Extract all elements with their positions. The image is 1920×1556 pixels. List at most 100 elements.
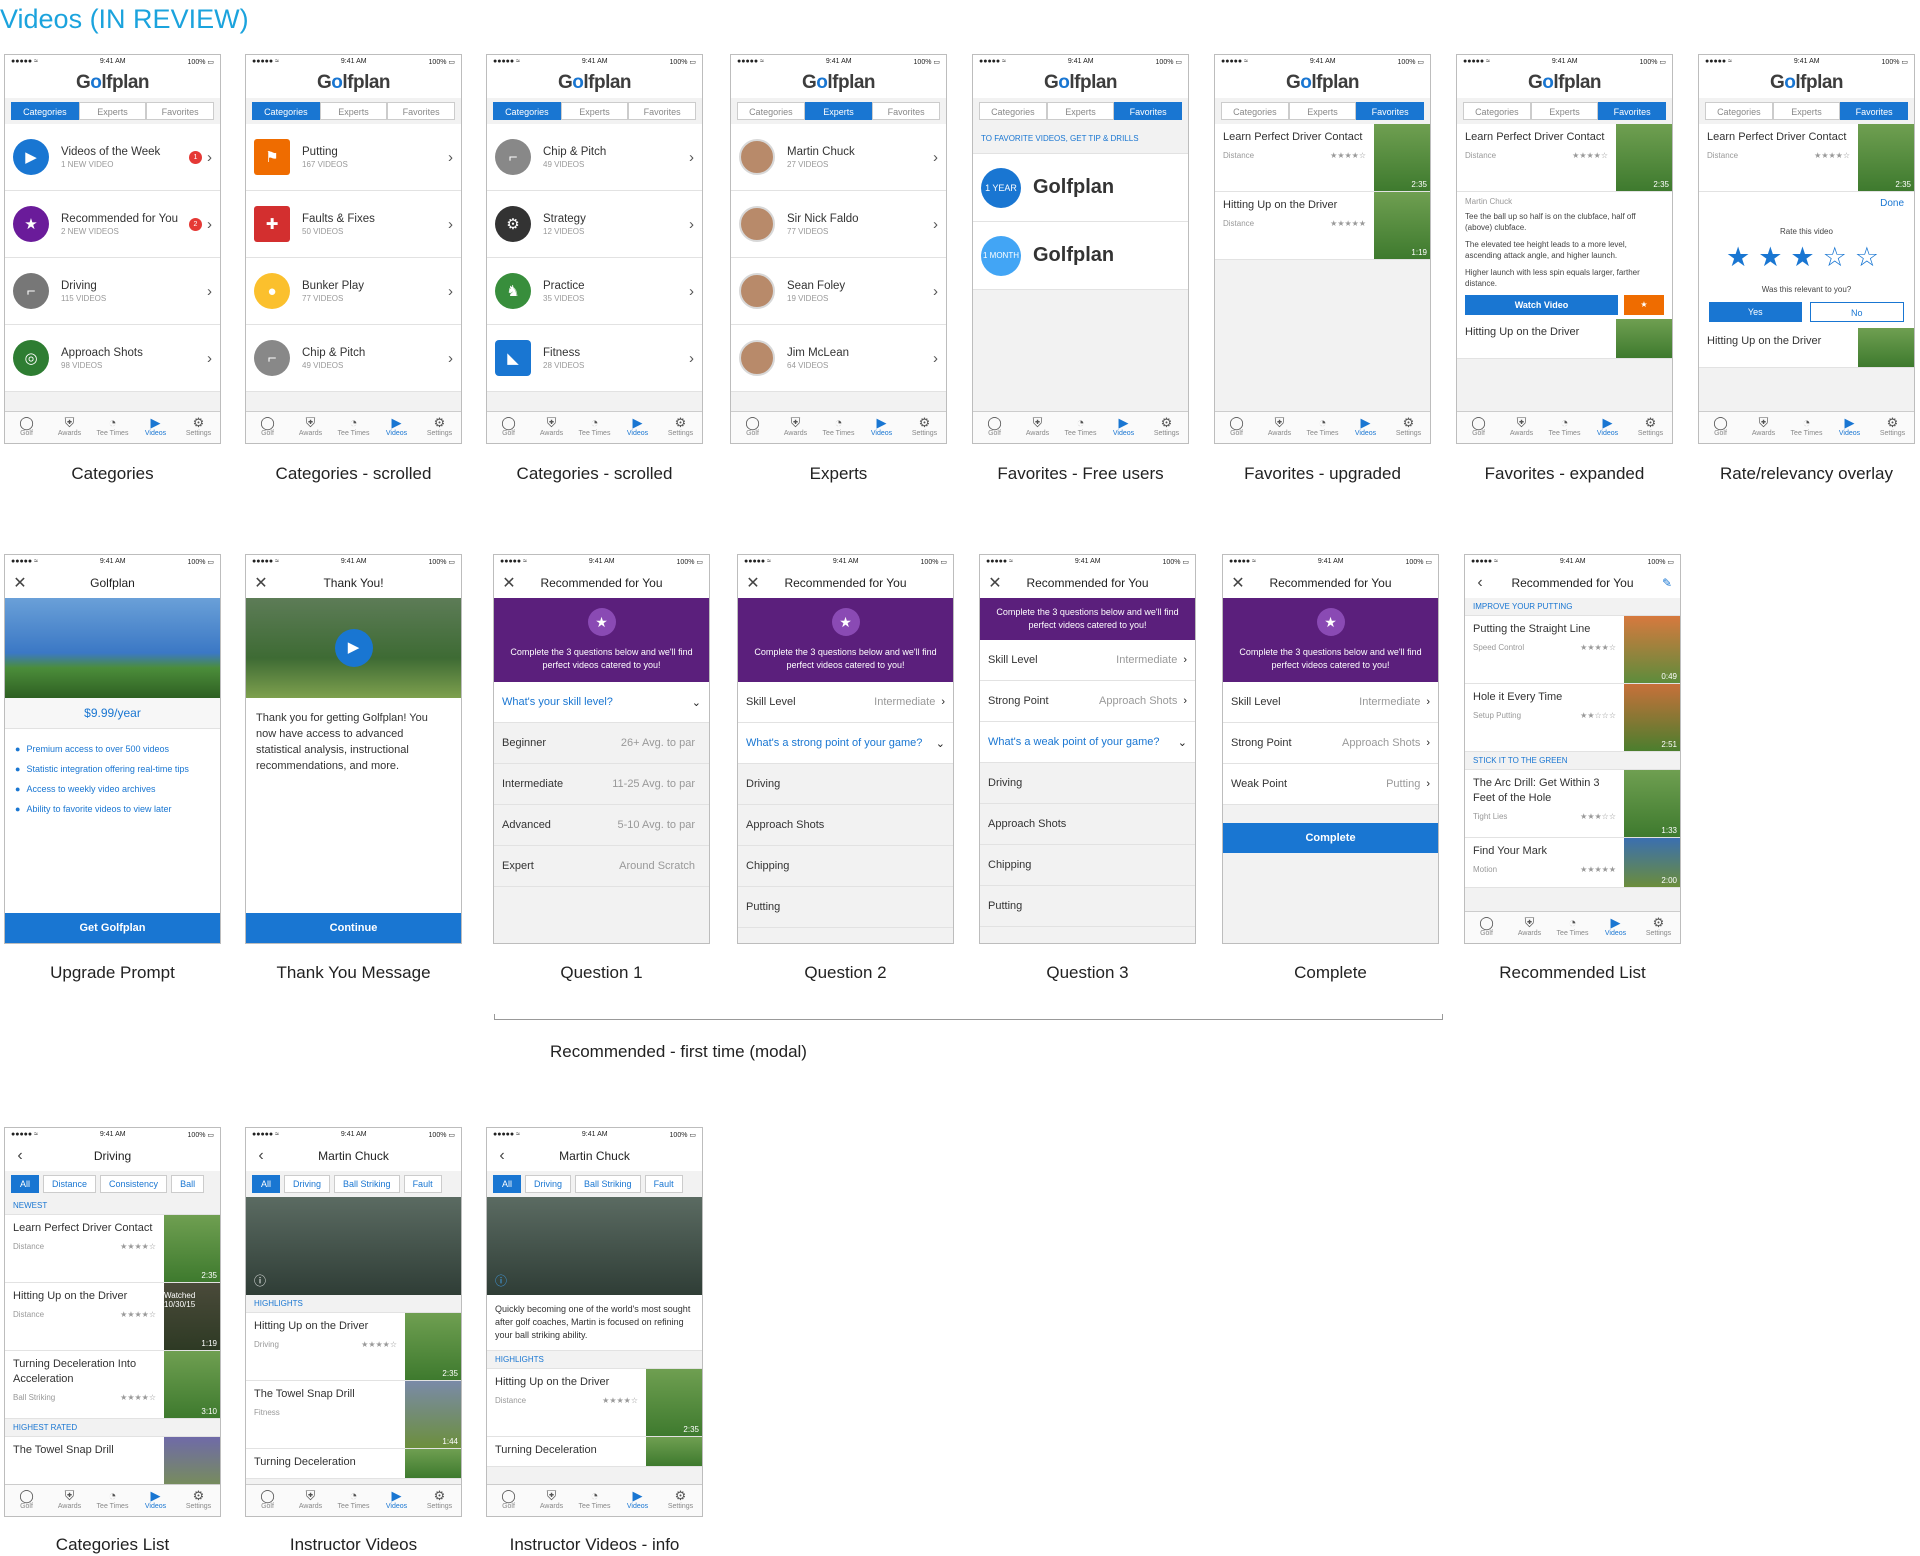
video-card[interactable]: Hitting Up on the Driver Distance ★★★★★ 1:1… [1215,192,1430,260]
tab-settings[interactable]: ⚙ Settings [903,412,946,443]
tab-favorites[interactable]: Favorites [1598,102,1667,120]
option-row[interactable]: Putting [738,887,953,928]
tab-videos[interactable]: ▶ Videos [1828,412,1871,443]
tab-videos[interactable]: ▶ Videos [860,412,903,443]
option-row[interactable]: Driving [980,763,1195,804]
video-card[interactable]: Hitting Up on the Driver Driving ★★★★☆ 2:35 [246,1313,461,1381]
tab-tee-times[interactable]: ◔ Tee Times [1059,412,1102,443]
video-card[interactable]: Hole it Every Time Setup Putting ★★☆☆☆ 2:51 [1465,684,1680,752]
list-item[interactable]: ▶ Videos of the Week 1 NEW VIDEO 1 › [5,124,220,191]
tab-tee-times[interactable]: ◔ Tee Times [1785,412,1828,443]
list-item[interactable]: ◎ Approach Shots 98 VIDEOS › [5,325,220,392]
tab-golf[interactable]: ◯ Golf [731,412,774,443]
tab-golf[interactable]: ◯ Golf [5,1485,48,1516]
tab-categories[interactable]: Categories [737,102,805,120]
tab-experts[interactable]: Experts [1772,102,1841,120]
tab-golf[interactable]: ◯ Golf [1457,412,1500,443]
tab-tee-times[interactable]: ◔ Tee Times [91,1485,134,1516]
video-card[interactable]: Turning Deceleration Into Acceleration Ba… [5,1351,220,1419]
tab-awards[interactable]: ⛨ Awards [1016,412,1059,443]
chip-consistency[interactable]: Consistency [100,1175,168,1193]
tab-tee-times[interactable]: ◔ Tee Times [91,412,134,443]
tab-awards[interactable]: ⛨ Awards [774,412,817,443]
tab-videos[interactable]: ▶ Videos [375,412,418,443]
video-card[interactable]: Learn Perfect Driver Contact Distance ★★★★… [5,1215,220,1283]
list-item[interactable]: ⌐ Driving 115 VIDEOS › [5,258,220,325]
tab-settings[interactable]: ⚙ Settings [1871,412,1914,443]
back-icon[interactable]: ‹ [487,1147,517,1165]
answer-row[interactable]: Skill Level Intermediate › [1223,682,1438,723]
tab-videos[interactable]: ▶ Videos [1586,412,1629,443]
back-icon[interactable]: ‹ [5,1147,35,1165]
tab-settings[interactable]: ⚙ Settings [1629,412,1672,443]
tab-settings[interactable]: ⚙ Settings [1637,912,1680,943]
tab-favorites[interactable]: Favorites [628,102,697,120]
option-row[interactable]: Approach Shots [738,805,953,846]
tab-videos[interactable]: ▶ Videos [1594,912,1637,943]
question-dropdown[interactable]: What's a strong point of your game? ⌄ [738,723,953,764]
close-icon[interactable]: ✕ [738,573,768,593]
answer-row[interactable]: Strong Point Approach Shots › [1223,723,1438,764]
list-item[interactable]: ⚑ Putting 167 VIDEOS › [246,124,461,191]
close-icon[interactable]: ✕ [5,573,35,593]
chip-all[interactable]: All [252,1175,281,1193]
tab-golf[interactable]: ◯ Golf [1465,912,1508,943]
chip-ball[interactable]: Ball [171,1175,205,1193]
list-item[interactable]: ◣ Fitness 28 VIDEOS › [487,325,702,392]
tab-favorites[interactable]: Favorites [1114,102,1183,120]
tab-golf[interactable]: ◯ Golf [1699,412,1742,443]
tab-videos[interactable]: ▶ Videos [375,1485,418,1516]
tab-tee-times[interactable]: ◔ Tee Times [1543,412,1586,443]
video-card[interactable]: Learn Perfect Driver Contact Distance ★★★★… [1215,124,1430,192]
tab-categories[interactable]: Categories [252,102,320,120]
tab-awards[interactable]: ⛨ Awards [1508,912,1551,943]
tab-settings[interactable]: ⚙ Settings [659,1485,702,1516]
done-button[interactable]: Done [1709,198,1904,209]
option-row[interactable]: Driving [738,764,953,805]
chip-distance[interactable]: Distance [43,1175,97,1193]
play-icon[interactable]: ▶ [334,629,373,667]
video-card[interactable]: Turning Deceleration [246,1449,461,1479]
tab-experts[interactable]: Experts [1046,102,1115,120]
close-icon[interactable]: ✕ [980,573,1010,593]
video-card[interactable]: Learn Perfect Driver Contact Distance ★★★★… [1457,124,1672,192]
back-icon[interactable]: ‹ [246,1147,276,1165]
answer-row[interactable]: Skill Level Intermediate › [738,682,953,723]
list-item[interactable]: Sir Nick Faldo 77 VIDEOS › [731,191,946,258]
tab-categories[interactable]: Categories [493,102,561,120]
video-card[interactable]: Find Your Mark Motion ★★★★★ 2:00 [1465,838,1680,888]
tab-golf[interactable]: ◯ Golf [1215,412,1258,443]
tab-experts[interactable]: Experts [78,102,147,120]
option-row[interactable]: Chipping [980,845,1195,886]
tab-favorites[interactable]: Favorites [146,102,215,120]
tab-favorites[interactable]: Favorites [872,102,941,120]
chip-all[interactable]: All [11,1175,40,1193]
video-card[interactable]: The Arc Drill: Get Within 3 Feet of the … [1465,770,1680,838]
chip-all[interactable]: All [493,1175,522,1193]
no-button[interactable]: No [1809,302,1904,322]
tab-settings[interactable]: ⚙ Settings [177,1485,220,1516]
tab-awards[interactable]: ⛨ Awards [530,1485,573,1516]
tab-tee-times[interactable]: ◔ Tee Times [817,412,860,443]
tab-videos[interactable]: ▶ Videos [1344,412,1387,443]
tab-videos[interactable]: ▶ Videos [616,1485,659,1516]
tab-videos[interactable]: ▶ Videos [1102,412,1145,443]
tab-settings[interactable]: ⚙ Settings [1387,412,1430,443]
tab-categories[interactable]: Categories [1705,102,1773,120]
list-item[interactable]: Sean Foley 19 VIDEOS › [731,258,946,325]
tab-awards[interactable]: ⛨ Awards [289,1485,332,1516]
tab-awards[interactable]: ⛨ Awards [48,1485,91,1516]
question-dropdown[interactable]: What's a weak point of your game? ⌄ [980,722,1195,763]
list-item[interactable]: ⚙ Strategy 12 VIDEOS › [487,191,702,258]
option-row[interactable]: Putting [980,886,1195,927]
video-card[interactable]: Hitting Up on the Driver [1457,319,1672,359]
watch-video-button[interactable]: Watch Video [1465,295,1618,315]
tab-awards[interactable]: ⛨ Awards [1742,412,1785,443]
video-card[interactable]: Hitting Up on the Driver Distance ★★★★☆ Wat… [5,1283,220,1351]
tab-favorites[interactable]: Favorites [1356,102,1425,120]
tab-awards[interactable]: ⛨ Awards [1258,412,1301,443]
tab-settings[interactable]: ⚙ Settings [659,412,702,443]
tab-settings[interactable]: ⚙ Settings [418,412,461,443]
star-rating-input[interactable]: ★★★☆☆ [1709,242,1904,273]
tab-experts[interactable]: Experts [804,102,873,120]
